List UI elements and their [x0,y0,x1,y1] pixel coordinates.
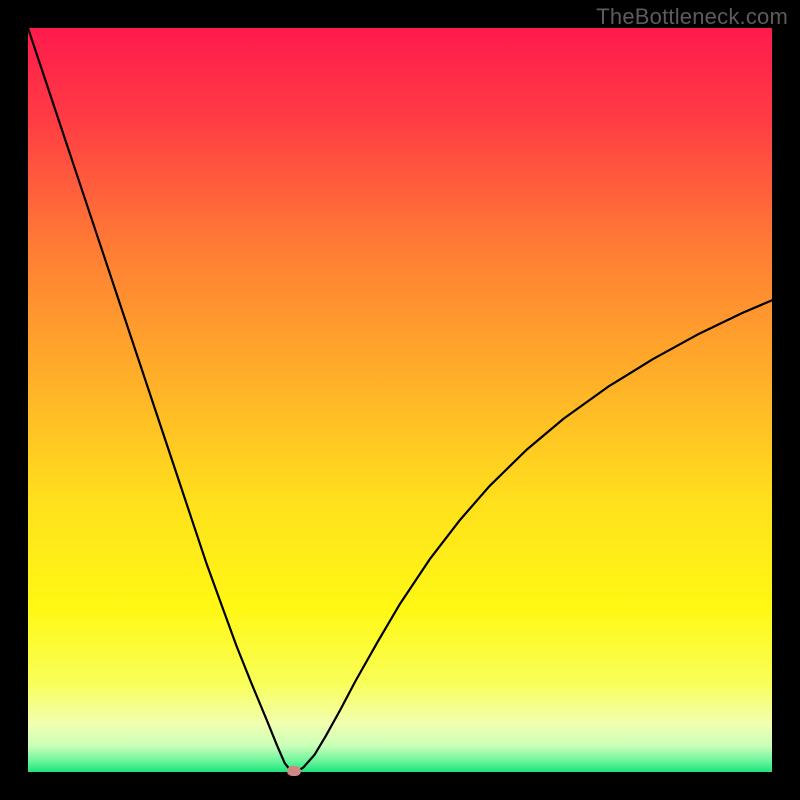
watermark-text: TheBottleneck.com [596,4,788,30]
bottleneck-chart [28,28,772,772]
gradient-background [28,28,772,772]
chart-frame: TheBottleneck.com [0,0,800,800]
optimal-point-marker [287,766,301,776]
